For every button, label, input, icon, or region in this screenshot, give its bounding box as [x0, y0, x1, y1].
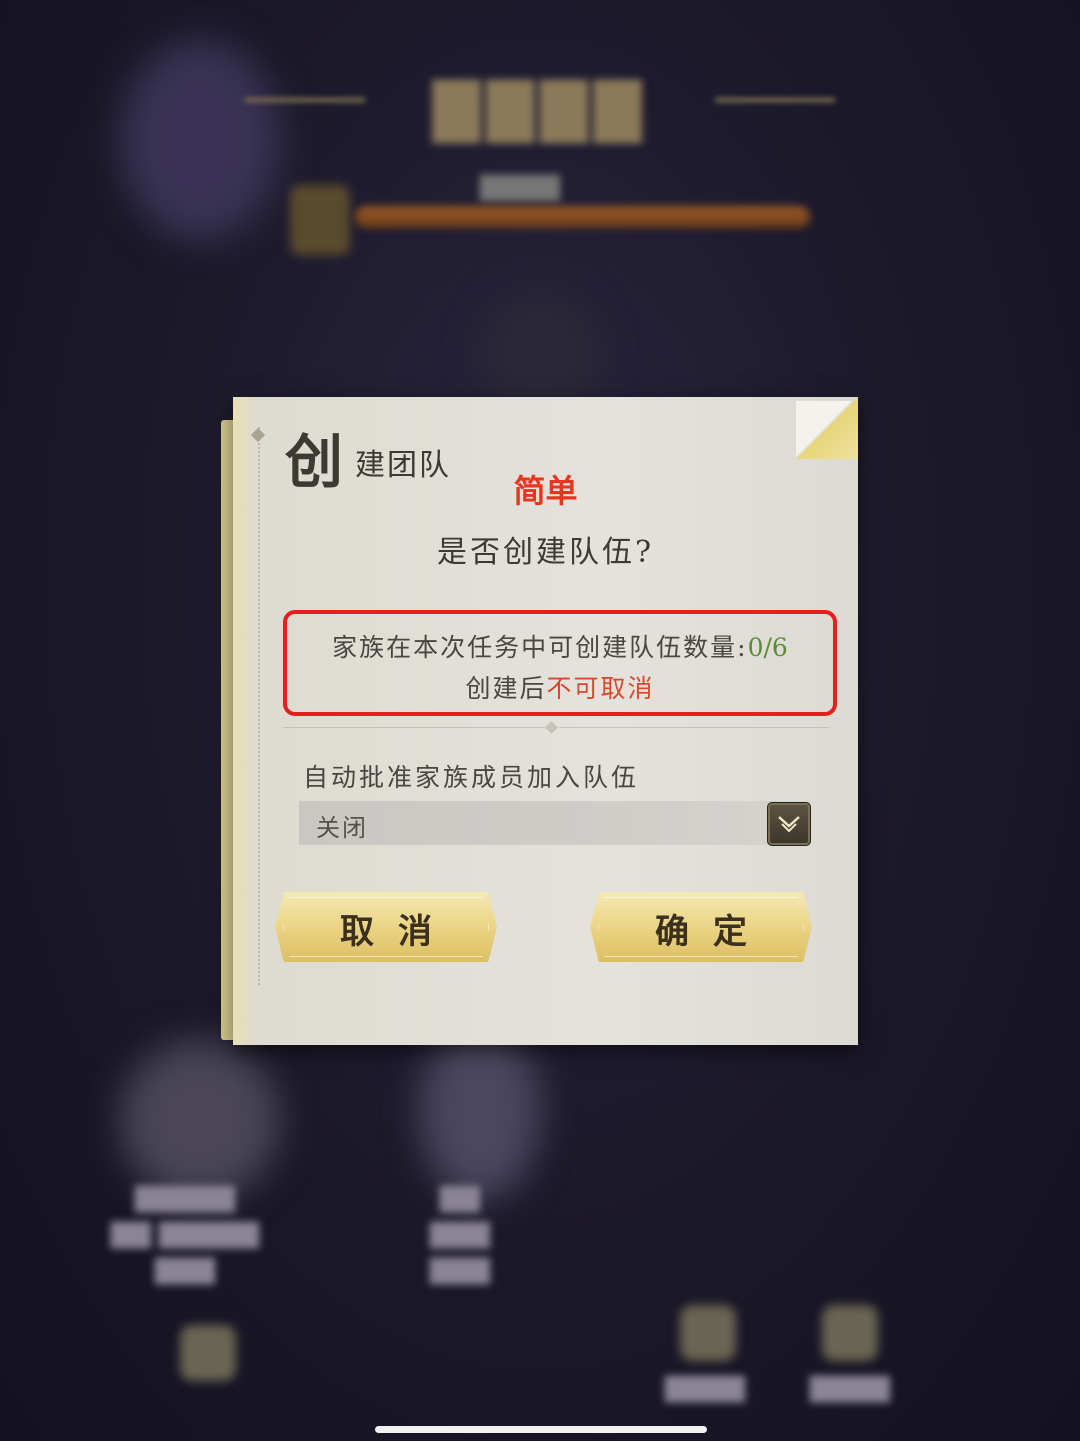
bg-title: ▇▇▇▇: [432, 70, 648, 143]
team-limit-line: 家族在本次任务中可创建队伍数量:0/6: [287, 628, 833, 664]
cancel-warning: 不可取消: [546, 674, 655, 703]
bg-badge-icon: [290, 185, 350, 255]
bg-icon: [822, 1305, 878, 1361]
auto-approve-value: 关闭: [316, 814, 368, 842]
cancel-warning-prefix: 创建后: [465, 674, 547, 703]
team-count: 0/6: [747, 633, 788, 662]
team-limit-label: 家族在本次任务中可创建队伍数量:: [332, 633, 748, 662]
team-limit-info-box: 家族在本次任务中可创建队伍数量:0/6 创建后不可取消: [283, 610, 837, 716]
bg-ornament: [715, 98, 835, 102]
cancel-button[interactable]: 取消: [275, 892, 497, 962]
bg-bar-label: ▇▇▇▇: [480, 172, 560, 202]
confirm-question: 是否创建队伍?: [436, 535, 655, 570]
bg-decoration: [120, 40, 280, 240]
dialog-ornament: [250, 427, 266, 443]
bg-text: ▇▇ ▇▇▇ ▇▇▇: [430, 1183, 490, 1285]
chevron-down-icon[interactable]: [767, 802, 811, 846]
difficulty-annotation: 简单: [513, 472, 578, 510]
cancel-button-label: 取消: [340, 912, 456, 952]
create-team-dialog: 创 建团队 简单 是否创建队伍? 家族在本次任务中可创建队伍数量:0/6 创建后…: [233, 397, 858, 1045]
divider: [283, 727, 545, 728]
bg-text: ▇▇▇▇: [810, 1373, 890, 1403]
bg-progress-bar: [355, 206, 810, 228]
bg-icon: [680, 1305, 736, 1361]
divider-ornament: [545, 721, 558, 734]
divider: [559, 727, 829, 728]
bg-text: ▇▇▇▇▇ ▇▇ ▇▇▇▇▇ ▇▇▇: [110, 1183, 260, 1285]
confirm-button[interactable]: 确定: [590, 892, 812, 962]
auto-approve-select[interactable]: 关闭: [299, 801, 809, 845]
auto-approve-label: 自动批准家族成员加入队伍: [303, 763, 640, 792]
home-indicator[interactable]: [375, 1426, 707, 1433]
bg-figure: [420, 1020, 540, 1200]
chevron-down-icon-graphic: [778, 816, 800, 833]
bg-figure: [120, 1040, 280, 1200]
cancel-warning-line: 创建后不可取消: [287, 669, 833, 705]
confirm-button-label: 确定: [655, 912, 771, 952]
bg-ornament: [245, 98, 365, 102]
bg-text: ▇▇▇▇: [665, 1373, 745, 1403]
bg-icon: [180, 1325, 236, 1381]
